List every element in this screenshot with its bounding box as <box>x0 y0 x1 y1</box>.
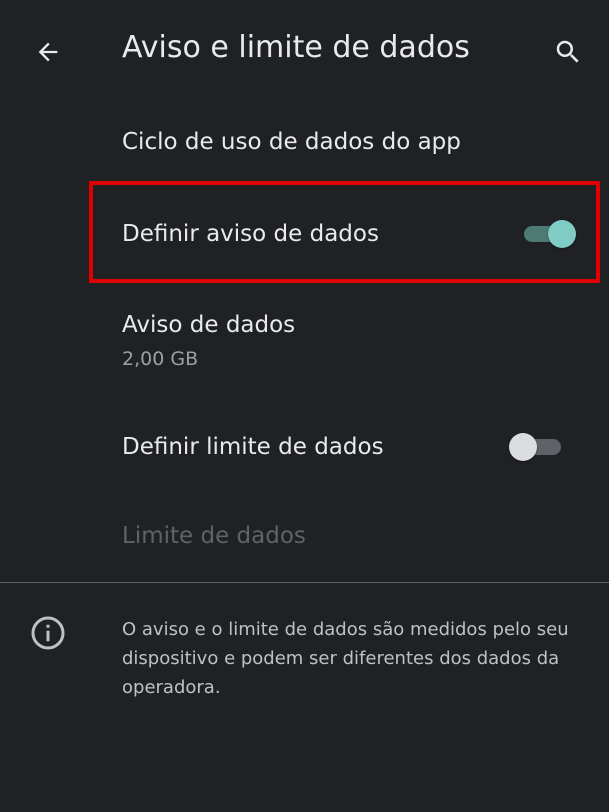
set-data-limit-item[interactable]: Definir limite de dados <box>0 400 609 495</box>
set-data-limit-label: Definir limite de dados <box>122 434 384 460</box>
data-warning-value: 2,00 GB <box>122 348 199 370</box>
data-warning-label: Aviso de dados <box>122 312 296 338</box>
app-bar: Aviso e limite de dados <box>0 0 609 100</box>
search-button[interactable] <box>546 30 590 74</box>
toggle-thumb <box>548 220 576 248</box>
divider <box>0 582 609 583</box>
page-title: Aviso e limite de dados <box>122 30 470 65</box>
set-data-warning-label: Definir aviso de dados <box>122 221 379 247</box>
data-warning-toggle[interactable] <box>522 220 576 248</box>
back-button[interactable] <box>28 32 68 72</box>
data-limit-item: Limite de dados <box>0 505 609 575</box>
app-data-cycle-item[interactable]: Ciclo de uso de dados do app <box>0 110 609 180</box>
search-icon <box>556 40 579 63</box>
data-limit-label: Limite de dados <box>122 523 306 549</box>
info-icon <box>31 616 65 650</box>
data-limit-toggle[interactable] <box>509 433 563 461</box>
arrow-back-icon <box>38 42 58 62</box>
set-data-warning-item[interactable]: Definir aviso de dados <box>0 185 609 280</box>
toggle-thumb <box>509 433 537 461</box>
footer-info-text: O aviso e o limite de dados são medidos … <box>122 619 569 698</box>
app-data-cycle-label: Ciclo de uso de dados do app <box>122 129 461 155</box>
data-warning-item[interactable]: Aviso de dados 2,00 GB <box>0 290 609 390</box>
